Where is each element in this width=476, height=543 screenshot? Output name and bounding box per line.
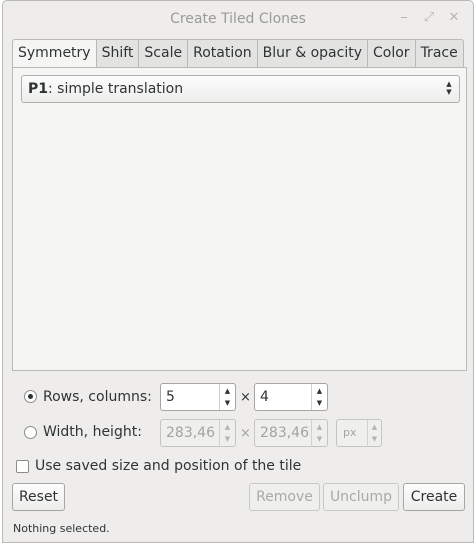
tab-bar: Symmetry Shift Scale Rotation Blur & opa… — [12, 39, 464, 69]
title-bar: Create Tiled Clones ⎯ ⤢ ✕ — [3, 1, 473, 37]
height-value: 283,46 — [260, 425, 309, 441]
tab-color[interactable]: Color — [368, 39, 416, 68]
use-saved-label: Use saved size and position of the tile — [35, 458, 302, 474]
tab-symmetry[interactable]: Symmetry — [12, 39, 97, 69]
width-spinbox[interactable]: 283,46 ▲ ▼ — [160, 419, 236, 447]
combo-arrows-icon: ▲ ▼ — [446, 80, 452, 96]
remove-button[interactable]: Remove — [249, 483, 320, 511]
columns-spinbox[interactable]: 4 ▲ ▼ — [254, 383, 328, 411]
tab-blur-opacity[interactable]: Blur & opacity — [257, 39, 368, 68]
times-sign: × — [240, 390, 251, 405]
spin-arrows-icon[interactable]: ▲ ▼ — [311, 420, 327, 446]
rows-columns-radio[interactable] — [24, 390, 37, 403]
close-icon[interactable]: ✕ — [446, 10, 462, 26]
symmetry-group-code: P1 — [28, 81, 49, 97]
symmetry-group-desc: : simple translation — [48, 81, 184, 97]
use-saved-checkbox[interactable] — [16, 460, 29, 473]
unit-select[interactable]: px ▲ ▼ — [336, 419, 382, 447]
tab-scale[interactable]: Scale — [139, 39, 189, 68]
spin-arrows-icon[interactable]: ▲ ▼ — [219, 384, 235, 410]
tab-shift[interactable]: Shift — [96, 39, 140, 68]
width-height-radio[interactable] — [24, 426, 37, 439]
width-value: 283,46 — [166, 425, 215, 441]
reset-button[interactable]: Reset — [12, 483, 65, 511]
spin-arrows-icon[interactable]: ▲ ▼ — [311, 384, 327, 410]
unit-value: px — [343, 426, 357, 439]
dialog-window: Create Tiled Clones ⎯ ⤢ ✕ Symmetry Shift… — [2, 0, 474, 543]
symmetry-group-select[interactable]: P1: simple translation ▲ ▼ — [21, 75, 460, 103]
minimize-icon[interactable]: ⎯ — [396, 10, 412, 26]
create-button[interactable]: Create — [403, 483, 465, 511]
tab-trace[interactable]: Trace — [415, 39, 464, 68]
rows-columns-label: Rows, columns: — [43, 389, 152, 405]
unclump-button[interactable]: Unclump — [323, 483, 399, 511]
rows-spinbox[interactable]: 5 ▲ ▼ — [160, 383, 236, 411]
height-spinbox[interactable]: 283,46 ▲ ▼ — [254, 419, 328, 447]
spin-arrows-icon[interactable]: ▲ ▼ — [219, 420, 235, 446]
tab-rotation[interactable]: Rotation — [188, 39, 258, 68]
width-height-label: Width, height: — [43, 424, 142, 440]
spin-arrows-icon: ▲ ▼ — [367, 420, 381, 446]
symmetry-panel: P1: simple translation ▲ ▼ — [12, 67, 467, 371]
times-sign: × — [240, 426, 251, 441]
columns-value: 4 — [260, 389, 269, 405]
maximize-icon[interactable]: ⤢ — [421, 10, 437, 26]
status-bar: Nothing selected. — [13, 522, 110, 535]
rows-value: 5 — [166, 389, 175, 405]
